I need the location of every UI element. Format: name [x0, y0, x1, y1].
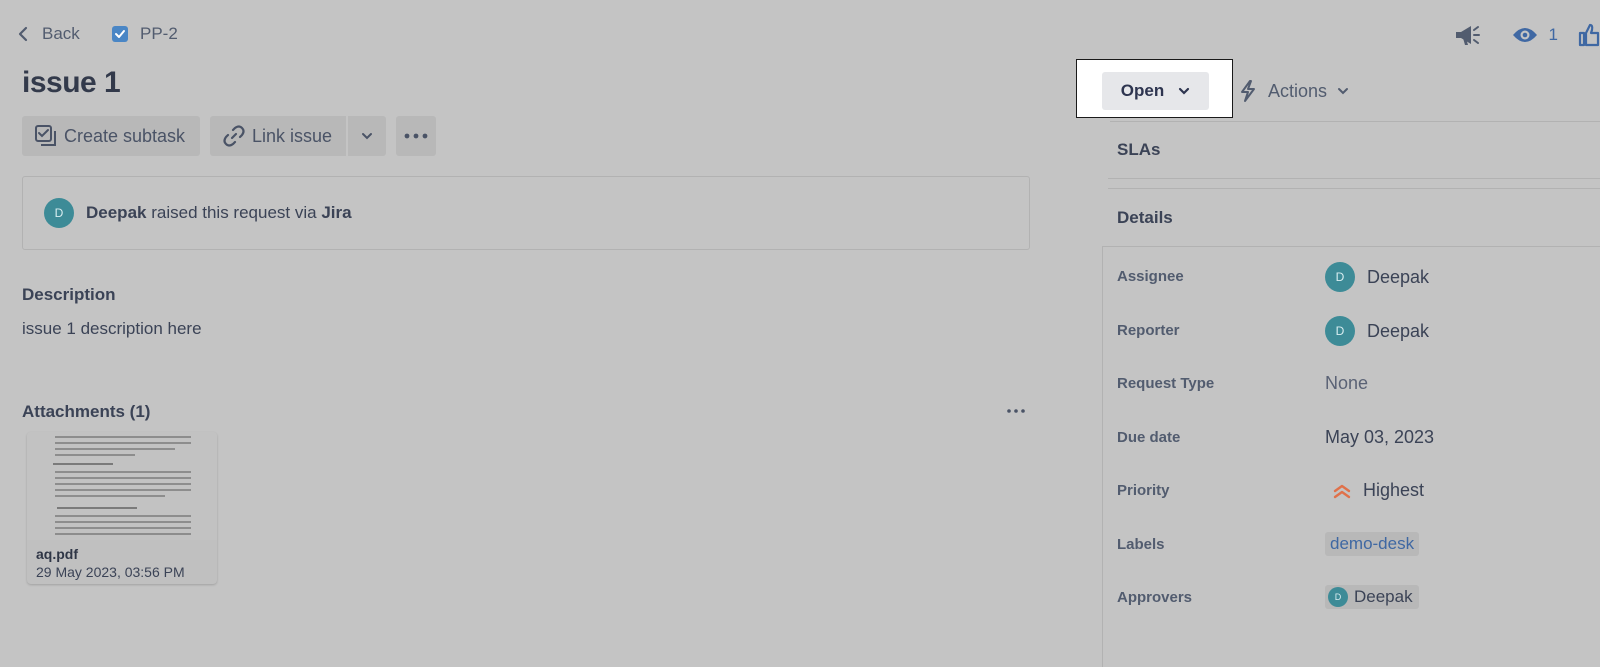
chevron-down-icon [1179, 87, 1190, 95]
watch-count: 1 [1548, 25, 1558, 44]
actions-label: Actions [1268, 80, 1328, 101]
issue-key: PP-2 [140, 24, 178, 43]
link-issue-label: Link issue [252, 125, 333, 146]
priority-highest-icon [1333, 484, 1351, 498]
issue-title[interactable]: issue 1 [22, 66, 121, 100]
request-type-field[interactable]: None [1325, 373, 1368, 394]
approvers-label: Approvers [1117, 589, 1193, 606]
eye-icon [1512, 28, 1537, 42]
subtask-icon [35, 125, 56, 146]
details-section-header[interactable]: Details [1117, 208, 1173, 228]
more-horizontal-icon [1007, 409, 1025, 413]
avatar: D [44, 198, 74, 228]
create-subtask-button[interactable]: Create subtask [22, 116, 200, 156]
lightning-icon [1241, 80, 1255, 102]
attachment-preview [27, 432, 217, 540]
more-actions-button[interactable] [396, 116, 436, 156]
request-user: Deepak [86, 203, 147, 222]
link-icon [223, 125, 245, 147]
attachments-heading: Attachments (1) [22, 402, 151, 421]
attachment-card[interactable]: aq.pdf 29 May 2023, 03:56 PM [27, 432, 217, 584]
link-issue-button[interactable]: Link issue [210, 116, 346, 156]
status-dropdown-button[interactable]: Open [1102, 72, 1209, 110]
request-channel: Jira [321, 203, 352, 222]
request-origin-text: Deepak raised this request via Jira [86, 203, 352, 223]
priority-field[interactable]: Highest [1325, 480, 1424, 501]
attachment-date: 29 May 2023, 03:56 PM [36, 564, 185, 580]
labels-label: Labels [1117, 536, 1165, 553]
reporter-field[interactable]: D Deepak [1325, 316, 1429, 346]
labels-field: demo-desk [1325, 532, 1420, 556]
avatar: D [1328, 587, 1348, 607]
request-type-label: Request Type [1117, 375, 1215, 392]
due-date-field[interactable]: May 03, 2023 [1325, 427, 1434, 448]
actions-dropdown-button[interactable]: Actions [1238, 72, 1349, 110]
attachments-more-button[interactable] [1005, 402, 1027, 425]
label-chip[interactable]: demo-desk [1325, 532, 1420, 556]
avatar: D [1325, 316, 1355, 346]
due-date-label: Due date [1117, 429, 1181, 446]
approver-chip: D Deepak [1325, 585, 1419, 609]
chevron-left-icon [18, 26, 28, 42]
task-type-icon [112, 26, 128, 42]
top-actions: 1 [1453, 22, 1600, 48]
priority-value: Highest [1363, 480, 1425, 500]
reporter-value: Deepak [1367, 320, 1430, 341]
reporter-label: Reporter [1117, 322, 1180, 339]
approvers-field[interactable]: D Deepak [1325, 585, 1419, 609]
description-text[interactable]: issue 1 description here [22, 319, 202, 339]
avatar: D [1325, 262, 1355, 292]
assignee-field[interactable]: D Deepak [1325, 262, 1429, 292]
divider [1110, 121, 1600, 122]
divider [1108, 188, 1600, 189]
feedback-megaphone-icon[interactable] [1453, 22, 1481, 48]
priority-label: Priority [1117, 482, 1170, 499]
thumbs-up-icon[interactable] [1578, 23, 1600, 47]
attachment-name: aq.pdf [36, 546, 78, 562]
request-origin: D Deepak raised this request via Jira [44, 198, 352, 228]
request-text: raised this request via [151, 203, 317, 222]
chevron-down-icon [362, 133, 372, 140]
more-horizontal-icon [404, 133, 428, 139]
back-link[interactable]: Back [18, 24, 80, 44]
issue-key-breadcrumb[interactable]: PP-2 [112, 24, 178, 44]
description-heading: Description [22, 285, 116, 304]
slas-section-header[interactable]: SLAs [1117, 140, 1160, 160]
link-issue-dropdown-button[interactable] [348, 116, 386, 156]
create-subtask-label: Create subtask [64, 125, 186, 146]
status-label: Open [1120, 81, 1165, 100]
assignee-value: Deepak [1367, 266, 1430, 287]
chevron-down-icon [1338, 88, 1349, 95]
divider [1108, 178, 1600, 179]
watch-button[interactable]: 1 [1511, 25, 1558, 45]
assignee-label: Assignee [1117, 268, 1184, 285]
request-type-value: None [1325, 373, 1369, 393]
approver-value: Deepak [1354, 587, 1413, 606]
back-label: Back [42, 24, 80, 43]
due-date-value: May 03, 2023 [1325, 427, 1435, 447]
